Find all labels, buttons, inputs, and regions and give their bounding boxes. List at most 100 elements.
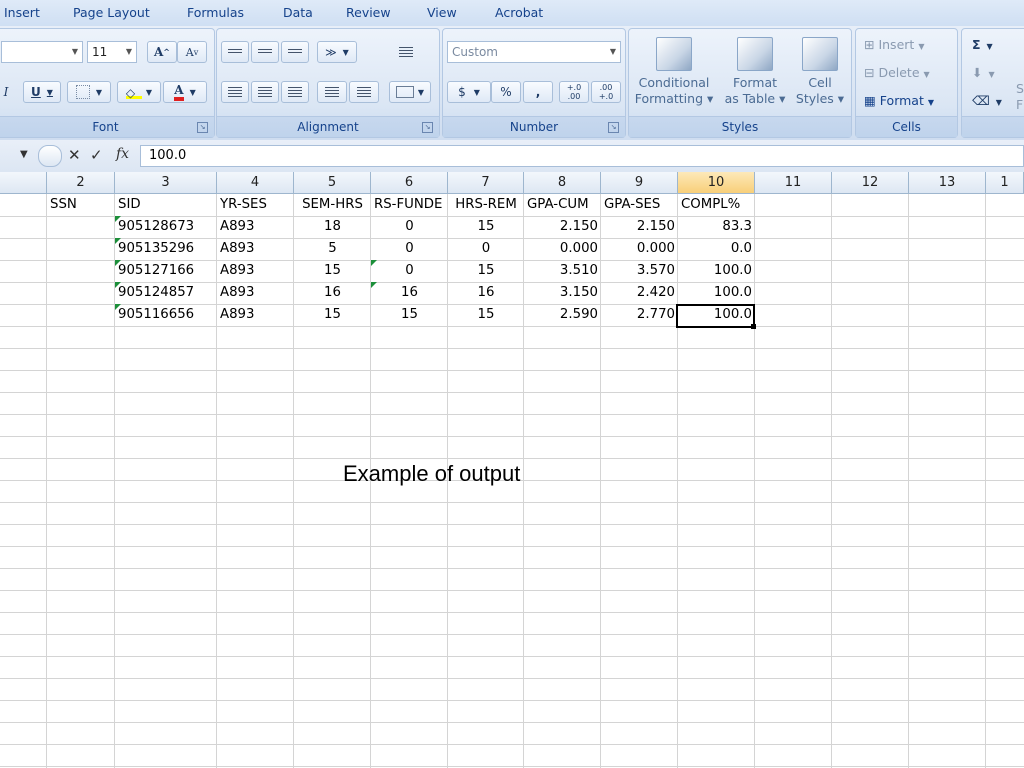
table-cell[interactable]: 100.0 [678, 282, 755, 304]
table-cell[interactable]: 2.150 [601, 216, 678, 238]
table-cell[interactable]: 0.000 [601, 238, 678, 260]
table-cell[interactable]: 905128673 [115, 216, 217, 238]
table-cell[interactable]: 15 [448, 216, 524, 238]
table-cell[interactable]: 0 [371, 238, 448, 260]
tab-acrobat[interactable]: Acrobat [495, 5, 543, 20]
table-cell[interactable]: 83.3 [678, 216, 755, 238]
currency-button[interactable]: $ ▼ [447, 81, 491, 103]
table-header-cell[interactable]: SEM-HRS [294, 194, 371, 216]
dialog-launcher-icon[interactable]: ↘ [422, 122, 433, 133]
table-cell[interactable]: A893 [217, 216, 294, 238]
align-bottom-button[interactable] [281, 41, 309, 63]
decrease-indent-button[interactable] [317, 81, 347, 103]
format-cells-button[interactable]: ▦ Format ▼ [864, 93, 934, 108]
number-format-combo[interactable]: Custom ▼ [447, 41, 621, 63]
table-cell[interactable]: A893 [217, 304, 294, 326]
font-name-combo[interactable]: ▼ [1, 41, 83, 63]
align-center-button[interactable] [251, 81, 279, 103]
tab-page-layout[interactable]: Page Layout [73, 5, 150, 20]
align-right-button[interactable] [281, 81, 309, 103]
column-header[interactable] [0, 172, 47, 194]
table-cell[interactable]: 0 [371, 260, 448, 282]
table-cell[interactable] [47, 304, 115, 326]
table-cell[interactable]: 15 [448, 304, 524, 326]
find-select-button[interactable]: F [1016, 97, 1023, 112]
table-cell[interactable] [47, 216, 115, 238]
table-cell[interactable]: 905127166 [115, 260, 217, 282]
delete-cells-button[interactable]: ⊟ Delete ▼ [864, 65, 930, 80]
table-header-cell[interactable]: GPA-CUM [524, 194, 601, 216]
table-cell[interactable]: 2.590 [524, 304, 601, 326]
table-cell[interactable]: 905135296 [115, 238, 217, 260]
table-header-cell[interactable]: YR-SES [217, 194, 294, 216]
insert-cells-button[interactable]: ⊞ Insert ▼ [864, 37, 924, 52]
align-top-button[interactable] [221, 41, 249, 63]
formula-input[interactable]: 100.0 [140, 145, 1024, 167]
clear-button[interactable]: ⌫ ▼ [972, 93, 1002, 108]
column-header[interactable]: 9 [601, 172, 678, 194]
fill-button[interactable]: ⬇ ▼ [972, 65, 995, 80]
table-cell[interactable]: 0.000 [524, 238, 601, 260]
tab-data[interactable]: Data [283, 5, 313, 20]
table-header-cell[interactable]: SID [115, 194, 217, 216]
table-header-cell[interactable]: RS-FUNDE [371, 194, 448, 216]
name-box-dropdown-icon[interactable]: ▼ [20, 149, 28, 160]
orientation-button[interactable]: ≫ ▼ [317, 41, 357, 63]
underline-button[interactable]: U ▼ [23, 81, 61, 103]
tab-review[interactable]: Review [346, 5, 391, 20]
sort-filter-button[interactable]: S [1016, 81, 1024, 96]
table-header-cell[interactable]: GPA-SES [601, 194, 678, 216]
table-cell[interactable] [47, 260, 115, 282]
table-cell[interactable]: 3.570 [601, 260, 678, 282]
table-cell[interactable] [47, 238, 115, 260]
dialog-launcher-icon[interactable]: ↘ [608, 122, 619, 133]
cancel-icon[interactable]: ✕ [68, 146, 81, 164]
insert-function-icon[interactable]: fx [116, 146, 129, 162]
font-color-button[interactable]: A ▼ [163, 81, 207, 103]
table-cell[interactable]: A893 [217, 282, 294, 304]
column-header[interactable]: 13 [909, 172, 986, 194]
table-cell[interactable]: 905116656 [115, 304, 217, 326]
table-cell[interactable]: 16 [448, 282, 524, 304]
enter-checkmark-icon[interactable]: ✓ [90, 146, 103, 164]
column-header[interactable]: 10 [678, 172, 755, 194]
table-cell[interactable]: 2.420 [601, 282, 678, 304]
grow-font-button[interactable]: A ^ [147, 41, 177, 63]
increase-decimal-button[interactable]: +.0 .00 [559, 81, 589, 103]
table-cell[interactable]: 0.0 [678, 238, 755, 260]
table-cell[interactable]: 15 [371, 304, 448, 326]
table-cell[interactable]: 15 [294, 260, 371, 282]
tab-view[interactable]: View [427, 5, 457, 20]
table-header-cell[interactable]: SSN [47, 194, 115, 216]
fill-handle[interactable] [751, 324, 756, 329]
borders-button[interactable]: ▼ [67, 81, 111, 103]
table-cell[interactable]: 100.0 [678, 260, 755, 282]
font-size-combo[interactable]: 11 ▼ [87, 41, 137, 63]
table-cell[interactable]: 18 [294, 216, 371, 238]
table-cell[interactable]: 2.770 [601, 304, 678, 326]
table-cell[interactable]: 16 [371, 282, 448, 304]
tab-formulas[interactable]: Formulas [187, 5, 244, 20]
merge-center-button[interactable]: ▼ [389, 81, 431, 103]
fill-color-button[interactable]: ◇ ▼ [117, 81, 161, 103]
wrap-text-button[interactable] [393, 41, 419, 63]
conditional-formatting-button[interactable]: Conditional Formatting ▾ [633, 37, 715, 107]
format-as-table-button[interactable]: Format as Table ▾ [719, 37, 791, 107]
table-cell[interactable]: 15 [294, 304, 371, 326]
column-header[interactable]: 12 [832, 172, 909, 194]
tab-insert[interactable]: Insert [4, 5, 40, 20]
table-cell[interactable]: 0 [448, 238, 524, 260]
table-header-cell[interactable]: HRS-REM [448, 194, 524, 216]
shrink-font-button[interactable]: Av [177, 41, 207, 63]
column-header[interactable]: 8 [524, 172, 601, 194]
column-header[interactable]: 6 [371, 172, 448, 194]
table-cell[interactable]: 2.150 [524, 216, 601, 238]
table-cell[interactable]: A893 [217, 238, 294, 260]
italic-button[interactable]: I [0, 81, 15, 103]
column-header[interactable]: 1 [986, 172, 1024, 194]
table-cell[interactable]: 100.0 [678, 304, 755, 326]
table-cell[interactable]: 3.510 [524, 260, 601, 282]
increase-indent-button[interactable] [349, 81, 379, 103]
table-cell[interactable] [47, 282, 115, 304]
column-header[interactable]: 11 [755, 172, 832, 194]
